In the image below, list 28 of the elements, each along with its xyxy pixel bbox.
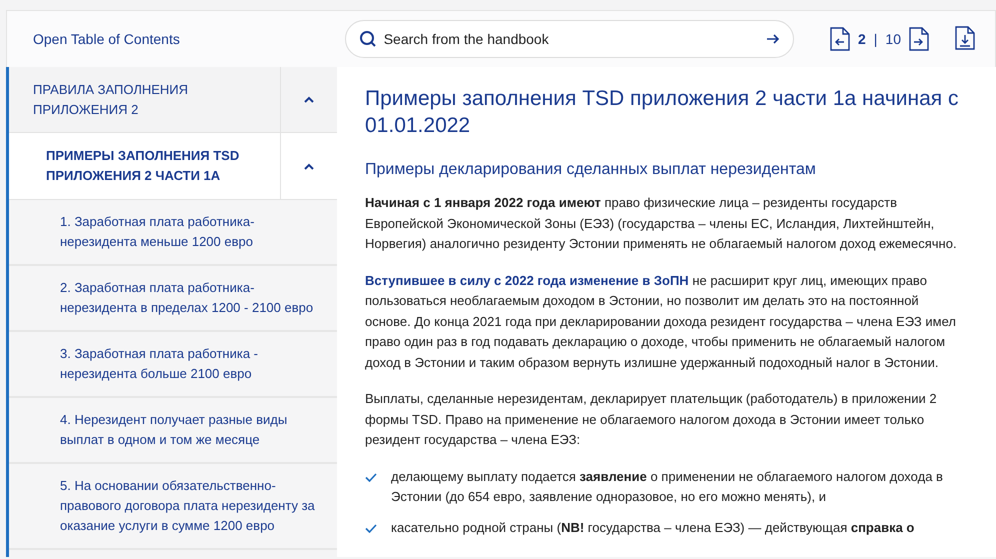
- search-icon: [358, 30, 377, 48]
- arrow-icon[interactable]: [766, 33, 780, 45]
- paragraph: Начиная с 1 января 2022 года имеют право физические лица – резиденты государств Европейской Экономической Зоны (ЕЭЗ) (государства – члены ЕС, Исландия, Лихтейнштейн, Норвегия) аналогично резиденту Эстонии применять не облагаемый налогом доход ежемесячно.: [365, 194, 958, 253]
- toc-item[interactable]: 5. На основании обязательственно-правового договора плата нерезиденту за оказание услуги в сумме 1200 евро: [9, 464, 337, 548]
- law-link[interactable]: Вступившее в силу с 2022 года изменение в ЗоПН: [365, 272, 689, 288]
- download-icon[interactable]: [955, 26, 975, 50]
- page-separator: |: [874, 31, 878, 47]
- list-item: касательно родной страны (NB! государства – члена ЕЭЗ) — действующая справка о: [391, 518, 914, 537]
- toc-item[interactable]: ПРАВИЛА ЗАПОЛНЕНИЯ ПРИЛОЖЕНИЯ 2: [9, 67, 280, 132]
- previous-page-icon[interactable]: [830, 27, 850, 51]
- list-item: делающему выплату подается заявление о применении не облагаемого налогом дохода в Эстонии (до 654 евро, заявление одноразовое, но его можно менять), и: [391, 468, 944, 506]
- paragraph: Вступившее в силу с 2022 года изменение в ЗоПН не расширит круг лиц, имеющих право пользоваться необлагаемым доходом в Эстонии, но позволит им делать это на постоянной основе. До конца 2021 года при декларировании дохода резидент государства – члена ЕЭЗ имел право один раз в год подавать декларацию о доходе, чтобы применить не облагаемый налогом доход в Эстонии и таким образом вернуть излишне удержанный подоходный налог в Эстонии.: [365, 272, 957, 372]
- current-page: 2: [858, 31, 866, 47]
- toc-item[interactable]: 3. Заработная плата работника - нерезидента больше 2100 евро: [9, 332, 337, 396]
- total-pages: 10: [885, 31, 901, 47]
- toc-item[interactable]: 2. Заработная плата работника-нерезидента в пределах 1200 - 2100 евро: [9, 266, 337, 330]
- next-page-icon[interactable]: [909, 27, 929, 51]
- check-icon: [365, 524, 377, 532]
- toc-item[interactable]: 4. Нерезидент получает разные виды выплат в одном и том же месяце: [9, 398, 337, 462]
- page-title: Примеры заполнения TSD приложения 2 части 1а начиная с 01.01.2022: [365, 86, 960, 139]
- paragraph: Выплаты, сделанные нерезидентам, декларирует плательщик (работодатель) в приложении 2 формы TSD. Право на применение не облагаемого налогом дохода в Эстонии имеет только резидент государства – члена ЕЭЗ:: [365, 390, 938, 449]
- toc-link[interactable]: Open Table of Contents: [33, 31, 345, 47]
- search-field[interactable]: Search from the handbook: [344, 20, 794, 58]
- section-heading: Примеры декларирования сделанных выплат нерезидентам: [365, 161, 817, 179]
- check-icon: [365, 472, 377, 482]
- chevron-icon: [304, 162, 314, 170]
- chevron-icon: [304, 96, 314, 103]
- toc-item[interactable]: 1. Заработная плата работника-нерезидента меньше 1200 евро: [9, 200, 337, 264]
